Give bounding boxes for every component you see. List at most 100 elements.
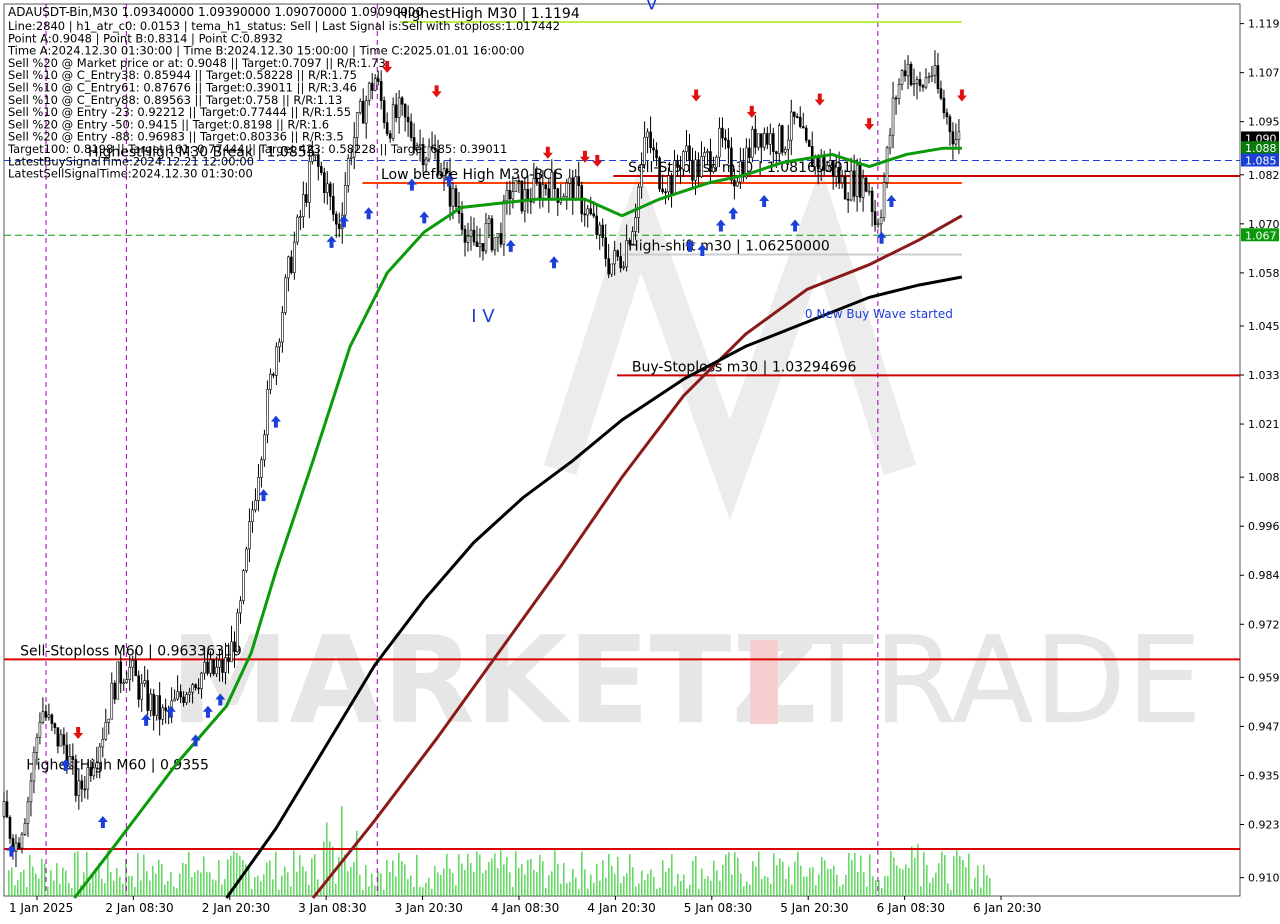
- volume-bar: [350, 866, 352, 896]
- candle-body: [242, 570, 245, 602]
- volume-bar: [932, 877, 934, 896]
- candle-body: [403, 103, 407, 118]
- volume-bar: [452, 873, 454, 896]
- volume-bar: [827, 868, 829, 896]
- volume-bar: [803, 876, 805, 896]
- volume-bar: [311, 858, 313, 896]
- candle-body: [795, 116, 799, 118]
- volume-bar: [353, 861, 355, 896]
- volume-bar: [536, 872, 538, 896]
- volume-bar: [374, 885, 376, 896]
- volume-bar: [200, 872, 202, 896]
- volume-bar: [44, 863, 46, 896]
- volume-bar: [239, 855, 241, 896]
- volume-bar: [818, 874, 820, 896]
- volume-bar: [872, 876, 874, 896]
- candle-body: [137, 675, 141, 700]
- volume-bar: [122, 883, 124, 896]
- volume-bar: [71, 887, 73, 896]
- volume-bar: [905, 864, 907, 896]
- candle-body: [903, 70, 907, 77]
- volume-bar: [839, 886, 841, 896]
- candle-body: [227, 657, 230, 663]
- candle-body: [595, 215, 599, 235]
- volume-bar: [761, 878, 763, 896]
- candle-body: [59, 734, 63, 747]
- volume-bar: [689, 884, 691, 896]
- candle-body: [71, 756, 75, 760]
- candle-body: [601, 224, 604, 239]
- volume-bar: [464, 870, 466, 896]
- volume-bar: [794, 861, 796, 896]
- candle-body: [203, 661, 206, 674]
- candle-body: [520, 180, 524, 212]
- volume-bar: [569, 881, 571, 896]
- candle-body: [206, 661, 209, 674]
- candle-body: [260, 459, 263, 478]
- candle-body: [679, 167, 682, 170]
- candle-body: [311, 155, 314, 162]
- candle-body: [2, 801, 6, 817]
- candle-body: [194, 684, 197, 689]
- candle-body: [128, 666, 132, 680]
- wave-label: I V: [471, 306, 495, 327]
- candle-body: [541, 184, 545, 201]
- candle-body: [574, 176, 578, 201]
- volume-bar: [206, 871, 208, 896]
- volume-bar: [617, 856, 619, 896]
- volume-bar: [74, 852, 76, 896]
- volume-bar: [731, 874, 733, 896]
- candle-body: [553, 172, 557, 189]
- volume-bar: [776, 865, 778, 896]
- volume-bar: [575, 877, 577, 896]
- volume-bar: [101, 878, 103, 896]
- volume-bar: [473, 871, 475, 896]
- volume-bar: [959, 856, 961, 896]
- volume-bar: [773, 853, 775, 896]
- volume-bar: [950, 889, 952, 896]
- volume-bar: [743, 886, 745, 896]
- candle-body: [251, 509, 254, 522]
- y-tick-label: 0.959: [1248, 671, 1280, 684]
- candle-body: [661, 188, 664, 193]
- candle-body: [361, 100, 365, 124]
- candle-body: [230, 641, 233, 663]
- volume-bar: [86, 851, 88, 896]
- candle-body: [918, 79, 922, 87]
- candle-body: [930, 74, 934, 77]
- volume-bar: [17, 880, 19, 896]
- volume-bar: [806, 876, 808, 896]
- candle-body: [831, 160, 835, 177]
- candle-body: [631, 231, 634, 245]
- volume-bar: [491, 858, 493, 896]
- price-tag-label: 1.067: [1245, 229, 1277, 242]
- volume-bar: [209, 872, 211, 896]
- candle-body: [424, 158, 428, 166]
- candle-body: [586, 208, 590, 216]
- volume-bar: [368, 886, 370, 896]
- volume-bar: [929, 882, 931, 896]
- candle-body: [146, 680, 149, 711]
- volume-bar: [263, 874, 265, 896]
- volume-bar: [722, 864, 724, 896]
- volume-bar: [224, 879, 226, 896]
- candle-body: [239, 600, 242, 614]
- candle-body: [676, 160, 679, 168]
- candle-body: [664, 191, 667, 194]
- candle-body: [873, 211, 877, 226]
- volume-bar: [395, 876, 397, 896]
- candle-body: [290, 256, 293, 273]
- volume-bar: [371, 873, 373, 896]
- candle-body: [858, 164, 862, 198]
- volume-bar: [857, 872, 859, 896]
- y-tick-label: 0.996: [1248, 520, 1280, 533]
- candle-body: [155, 695, 158, 716]
- volume-bar: [833, 865, 835, 896]
- candle-body: [439, 173, 443, 176]
- candle-body: [819, 155, 823, 170]
- volume-bar: [248, 867, 250, 896]
- candle-body: [475, 241, 479, 248]
- candle-body: [47, 714, 51, 718]
- candle-body: [783, 148, 787, 153]
- candle-body: [652, 147, 655, 151]
